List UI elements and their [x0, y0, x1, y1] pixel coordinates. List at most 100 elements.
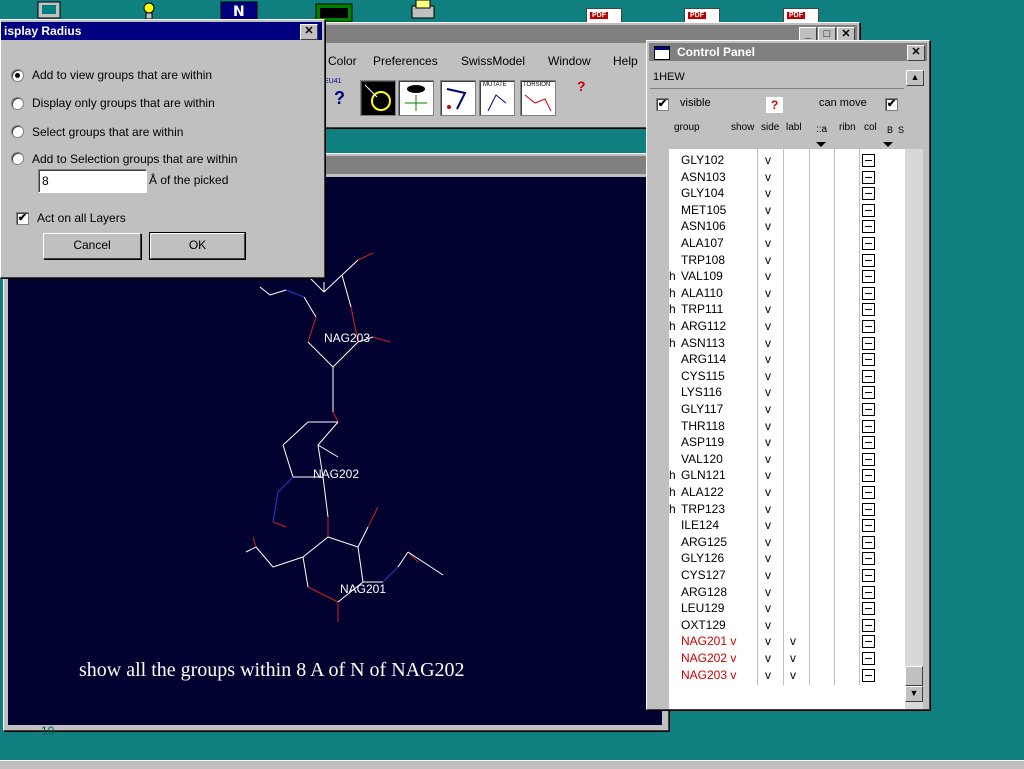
row-color-box[interactable]	[862, 419, 875, 433]
radio-add-to-selection-label[interactable]: Add to Selection groups that are within	[32, 152, 237, 166]
menu-window[interactable]: Window	[548, 54, 591, 68]
row-show[interactable]: v	[765, 517, 771, 534]
table-row[interactable]: NAG203 v v v	[669, 667, 905, 684]
row-side[interactable]: v	[790, 667, 796, 684]
row-show[interactable]: v	[765, 368, 771, 385]
row-show[interactable]: v	[765, 335, 771, 352]
row-show[interactable]: v	[765, 301, 771, 318]
row-show[interactable]: v	[765, 584, 771, 601]
row-group-name[interactable]: CYS127	[681, 567, 726, 584]
row-h-flag[interactable]: h	[669, 268, 676, 285]
radius-input[interactable]: 8	[38, 169, 147, 193]
row-color-box[interactable]	[862, 237, 875, 250]
menu-swissmodel[interactable]: SwissModel	[461, 54, 525, 68]
row-group-name[interactable]: NAG203 v	[681, 667, 736, 684]
table-row[interactable]: ARG128 v	[669, 584, 905, 601]
table-row[interactable]: ASN103 v	[669, 169, 905, 186]
row-group-name[interactable]: TRP108	[681, 252, 725, 269]
table-row[interactable]: LEU129 v	[669, 600, 905, 617]
table-row[interactable]: h TRP123 v	[669, 501, 905, 518]
row-h-flag[interactable]: h	[669, 285, 676, 302]
table-row[interactable]: OXT129 v	[669, 617, 905, 634]
row-show[interactable]: v	[765, 451, 771, 468]
row-color-box[interactable]	[862, 519, 875, 533]
row-color-box[interactable]	[862, 320, 875, 333]
row-group-name[interactable]: ARG128	[681, 584, 727, 601]
row-show[interactable]: v	[765, 351, 771, 368]
table-row[interactable]: h ASN113 v	[669, 335, 905, 352]
row-group-name[interactable]: GLY126	[681, 550, 724, 567]
ok-button[interactable]: OK	[149, 232, 246, 260]
row-h-flag[interactable]: h	[669, 467, 676, 484]
row-group-name[interactable]: VAL109	[681, 268, 723, 285]
row-show[interactable]: v	[765, 484, 771, 501]
row-color-box[interactable]	[862, 486, 875, 499]
row-group-name[interactable]: OXT129	[681, 617, 726, 634]
table-row[interactable]: ASP119 v	[669, 434, 905, 451]
help-question-icon[interactable]: ?	[577, 78, 586, 94]
scrollbar-thumb[interactable]	[905, 666, 923, 686]
eye-tool-button[interactable]	[398, 80, 434, 116]
radio-display-only-label[interactable]: Display only groups that are within	[32, 96, 215, 110]
row-show[interactable]: v	[765, 285, 771, 302]
row-side[interactable]: v	[790, 633, 796, 650]
row-group-name[interactable]: TRP123	[681, 501, 725, 518]
table-row[interactable]: GLY104 v	[669, 185, 905, 202]
column-b[interactable]: B	[887, 125, 893, 135]
row-h-flag[interactable]: h	[669, 484, 676, 501]
scroll-down-button[interactable]: ▼	[905, 686, 923, 702]
table-row[interactable]: THR118 v	[669, 418, 905, 435]
table-row[interactable]: VAL120 v	[669, 451, 905, 468]
row-show[interactable]: v	[765, 434, 771, 451]
row-group-name[interactable]: ALA110	[681, 285, 723, 302]
row-show[interactable]: v	[765, 218, 771, 235]
row-color-box[interactable]	[862, 652, 875, 665]
row-color-box[interactable]	[862, 203, 875, 217]
row-h-flag[interactable]: h	[669, 501, 676, 518]
row-color-box[interactable]	[862, 635, 875, 649]
row-group-name[interactable]: GLY102	[681, 152, 724, 169]
row-group-name[interactable]: CYS115	[681, 368, 725, 385]
row-group-name[interactable]: NAG202 v	[681, 650, 736, 667]
row-show[interactable]: v	[765, 318, 771, 335]
table-row[interactable]: GLY102 v	[669, 152, 905, 169]
row-show[interactable]: v	[765, 567, 771, 584]
row-color-box[interactable]	[862, 502, 875, 516]
row-group-name[interactable]: LEU129	[681, 600, 724, 617]
structure-scroll-up[interactable]: ▲	[906, 70, 924, 86]
radio-add-to-view-label[interactable]: Add to view groups that are within	[32, 68, 212, 82]
act-on-all-layers-label[interactable]: Act on all Layers	[37, 211, 126, 225]
row-show[interactable]: v	[765, 252, 771, 269]
row-color-box[interactable]	[862, 436, 875, 450]
row-show[interactable]: v	[765, 384, 771, 401]
row-color-box[interactable]	[862, 187, 875, 201]
row-group-name[interactable]: THR118	[681, 418, 725, 435]
row-color-box[interactable]	[862, 602, 875, 616]
row-show[interactable]: v	[765, 401, 771, 418]
row-color-box[interactable]	[862, 253, 875, 267]
row-color-box[interactable]	[862, 303, 875, 317]
table-row[interactable]: CYS127 v	[669, 567, 905, 584]
row-show[interactable]: v	[765, 152, 771, 169]
row-group-name[interactable]: ALA122	[681, 484, 724, 501]
menu-color[interactable]: Color	[328, 54, 357, 68]
row-color-box[interactable]	[862, 286, 875, 300]
act-on-all-layers-checkbox[interactable]: ✔	[16, 212, 29, 225]
cancel-button[interactable]: Cancel	[43, 233, 141, 259]
row-show[interactable]: v	[765, 667, 771, 684]
table-row[interactable]: h ALA122 v	[669, 484, 905, 501]
row-h-flag[interactable]: h	[669, 335, 676, 352]
row-group-name[interactable]: ASN106	[681, 218, 726, 235]
row-color-box[interactable]	[862, 552, 875, 566]
row-group-name[interactable]: ASN103	[681, 169, 726, 186]
row-color-box[interactable]	[862, 668, 875, 682]
row-group-name[interactable]: TRP111	[681, 301, 723, 318]
column-side[interactable]: side	[761, 122, 779, 133]
row-show[interactable]: v	[765, 501, 771, 518]
row-group-name[interactable]: GLY104	[681, 185, 724, 202]
row-color-box[interactable]	[862, 369, 875, 383]
table-row[interactable]: LYS116 v	[669, 384, 905, 401]
row-group-name[interactable]: ILE124	[681, 517, 719, 534]
row-color-box[interactable]	[862, 170, 875, 184]
residue-list[interactable]: GLY102 v ASN103 v GLY104 v MET105 v ASN106 v ALA10…	[669, 149, 905, 709]
